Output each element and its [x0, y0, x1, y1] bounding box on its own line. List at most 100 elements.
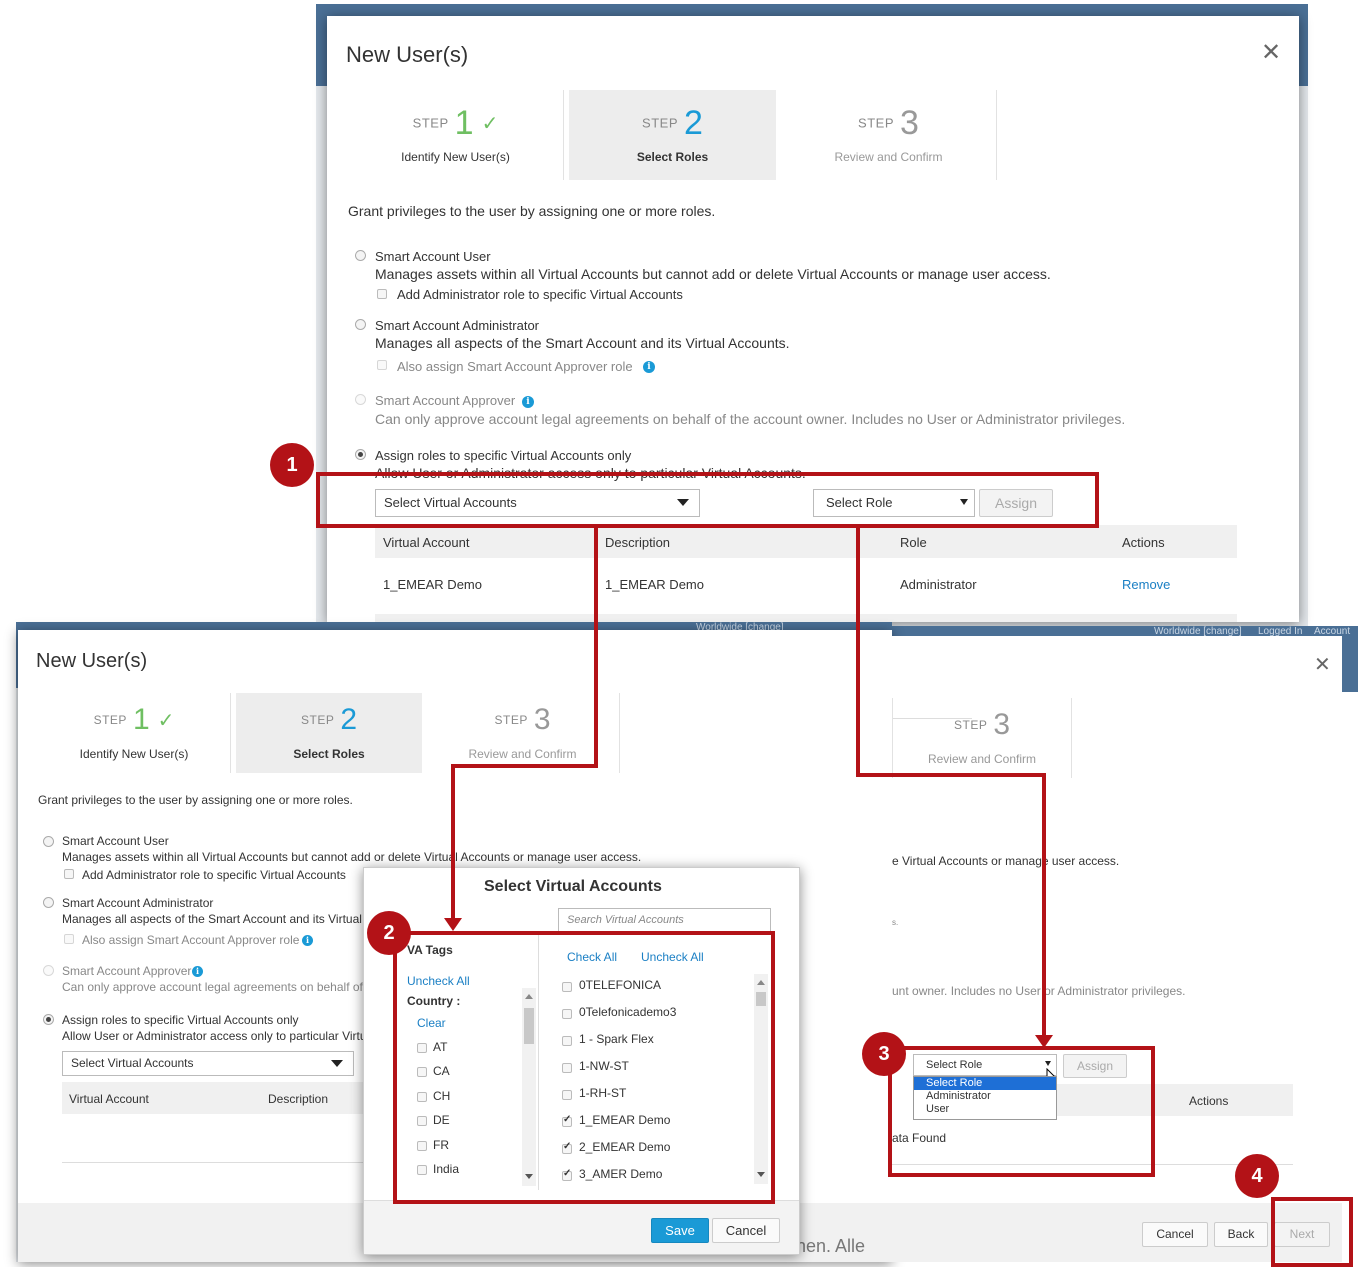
callout-box-1: [316, 472, 1099, 528]
radio-smart-account-approver[interactable]: [355, 394, 366, 405]
step-word: STEP: [93, 713, 127, 728]
option-description: Manages assets within all Virtual Accoun…: [375, 266, 1051, 282]
checkbox-assign-approver[interactable]: [377, 360, 387, 370]
option-description-fragment: unt owner. Includes no User or Administr…: [892, 984, 1186, 998]
select-virtual-accounts-dropdown[interactable]: Select Virtual Accounts: [62, 1051, 354, 1076]
step-3: STEP 3 Review and Confirm: [426, 693, 620, 773]
table-cell: 1_EMEAR Demo: [605, 577, 704, 592]
connector-line: [594, 524, 598, 768]
step-3: STEP 3 Review and Confirm: [892, 698, 1072, 778]
step-word: STEP: [642, 115, 679, 131]
select-value: Select Virtual Accounts: [71, 1056, 194, 1070]
callout-box-2: [393, 931, 775, 1204]
arrow-head-icon: [1035, 1035, 1053, 1048]
step-caption: Select Roles: [636, 150, 709, 164]
close-icon[interactable]: ✕: [1314, 652, 1331, 677]
option-label: Smart Account Approver: [375, 393, 516, 408]
option-label: Smart Account User: [62, 834, 169, 848]
option-label: Assign roles to specific Virtual Account…: [375, 448, 632, 463]
step-2: STEP 2 Select Roles: [236, 693, 422, 773]
step-caption: Identify New User(s): [79, 747, 189, 761]
step-number: 3: [993, 708, 1011, 741]
close-icon[interactable]: ✕: [1261, 38, 1281, 67]
checkbox-assign-approver[interactable]: [64, 934, 74, 944]
step-number: 3: [533, 703, 551, 736]
radio-smart-account-user[interactable]: [355, 250, 366, 261]
popup-title: Select Virtual Accounts: [484, 878, 662, 895]
radio-smart-account-admin[interactable]: [43, 897, 54, 908]
option-label: Smart Account Approver: [62, 964, 192, 978]
radio-assign-specific-va[interactable]: [355, 449, 366, 460]
step-1: STEP 1 ✓ Identify New User(s): [348, 90, 564, 180]
callout-badge-1: 1: [270, 443, 314, 487]
search-placeholder: Search Virtual Accounts: [567, 914, 684, 926]
table-cell: Administrator: [900, 577, 977, 592]
step-number: 1: [454, 104, 474, 142]
radio-smart-account-user[interactable]: [43, 836, 54, 847]
option-description-fragment: s.: [892, 918, 899, 927]
checkbox-label: Add Administrator role to specific Virtu…: [397, 287, 683, 302]
step-caption: Identify New User(s): [401, 150, 510, 164]
radio-smart-account-admin[interactable]: [355, 319, 366, 330]
info-icon[interactable]: i: [522, 396, 534, 408]
step-number: 1: [132, 703, 150, 736]
step-caption: Select Roles: [293, 747, 365, 761]
step-caption: Review and Confirm: [468, 747, 577, 761]
column-header: Role: [900, 535, 927, 550]
info-icon[interactable]: i: [643, 361, 655, 373]
connector-line: [451, 764, 455, 924]
connector-line: [1042, 773, 1046, 1041]
remove-link[interactable]: Remove: [1122, 577, 1170, 592]
callout-badge-3: 3: [862, 1032, 906, 1076]
checkmark-icon: ✓: [157, 709, 175, 732]
column-header: Description: [605, 535, 671, 550]
connector-line: [856, 773, 1046, 777]
callout-box-3: [888, 1046, 1155, 1177]
callout-badge-4: 4: [1235, 1154, 1279, 1198]
table-row: [375, 614, 1237, 622]
step-number: 3: [900, 104, 919, 142]
table-cell: 1_EMEAR Demo: [383, 577, 482, 592]
chevron-down-icon: [331, 1059, 343, 1067]
step-word: STEP: [858, 115, 895, 131]
column-header: Virtual Account: [383, 535, 470, 550]
option-description: Can only approve account legal agreement…: [375, 411, 1126, 427]
cancel-button[interactable]: Cancel: [1142, 1222, 1208, 1247]
search-virtual-accounts-input[interactable]: Search Virtual Accounts: [558, 908, 771, 932]
info-icon[interactable]: i: [302, 935, 313, 946]
column-header: Actions: [1122, 535, 1165, 550]
option-label: Smart Account Administrator: [375, 318, 540, 333]
info-icon[interactable]: i: [192, 966, 203, 977]
connector-line: [451, 764, 598, 768]
step-2: STEP 2 Select Roles: [569, 90, 776, 180]
new-users-modal-top: New User(s) ✕ STEP 1 ✓ Identify New User(s…: [327, 16, 1299, 622]
radio-assign-specific-va[interactable]: [43, 1014, 54, 1025]
column-header: Description: [268, 1092, 329, 1106]
step-caption: Review and Confirm: [927, 752, 1037, 766]
connector-line: [856, 524, 860, 777]
step-caption: Review and Confirm: [834, 150, 943, 164]
modal-title: New User(s): [36, 650, 148, 672]
checkbox-label: Add Administrator role to specific Virtu…: [82, 868, 346, 882]
option-description-fragment: e Virtual Accounts or manage user access…: [892, 854, 1120, 868]
cancel-button[interactable]: Cancel: [712, 1218, 780, 1243]
arrow-head-icon: [444, 918, 462, 931]
footer-text: hen. Alle: [796, 1236, 866, 1256]
save-button[interactable]: Save: [651, 1218, 709, 1243]
option-label: Smart Account User: [375, 249, 491, 264]
modal-title: New User(s): [346, 42, 469, 67]
back-button[interactable]: Back: [1214, 1222, 1268, 1247]
radio-smart-account-approver[interactable]: [43, 965, 54, 976]
step-word: STEP: [494, 713, 528, 728]
callout-badge-2: 2: [367, 911, 411, 955]
checkbox-label: Also assign Smart Account Approver role: [397, 359, 633, 374]
step-3: STEP 3 Review and Confirm: [781, 90, 997, 180]
column-header: Virtual Account: [69, 1092, 149, 1106]
intro-text: Grant privileges to the user by assignin…: [348, 203, 716, 219]
checkbox-label: Also assign Smart Account Approver role: [82, 933, 300, 947]
checkbox-add-admin-role[interactable]: [377, 289, 387, 299]
step-number: 2: [684, 104, 703, 142]
intro-text: Grant privileges to the user by assignin…: [38, 793, 353, 807]
step-word: STEP: [412, 115, 449, 131]
checkbox-add-admin-role[interactable]: [64, 869, 74, 879]
